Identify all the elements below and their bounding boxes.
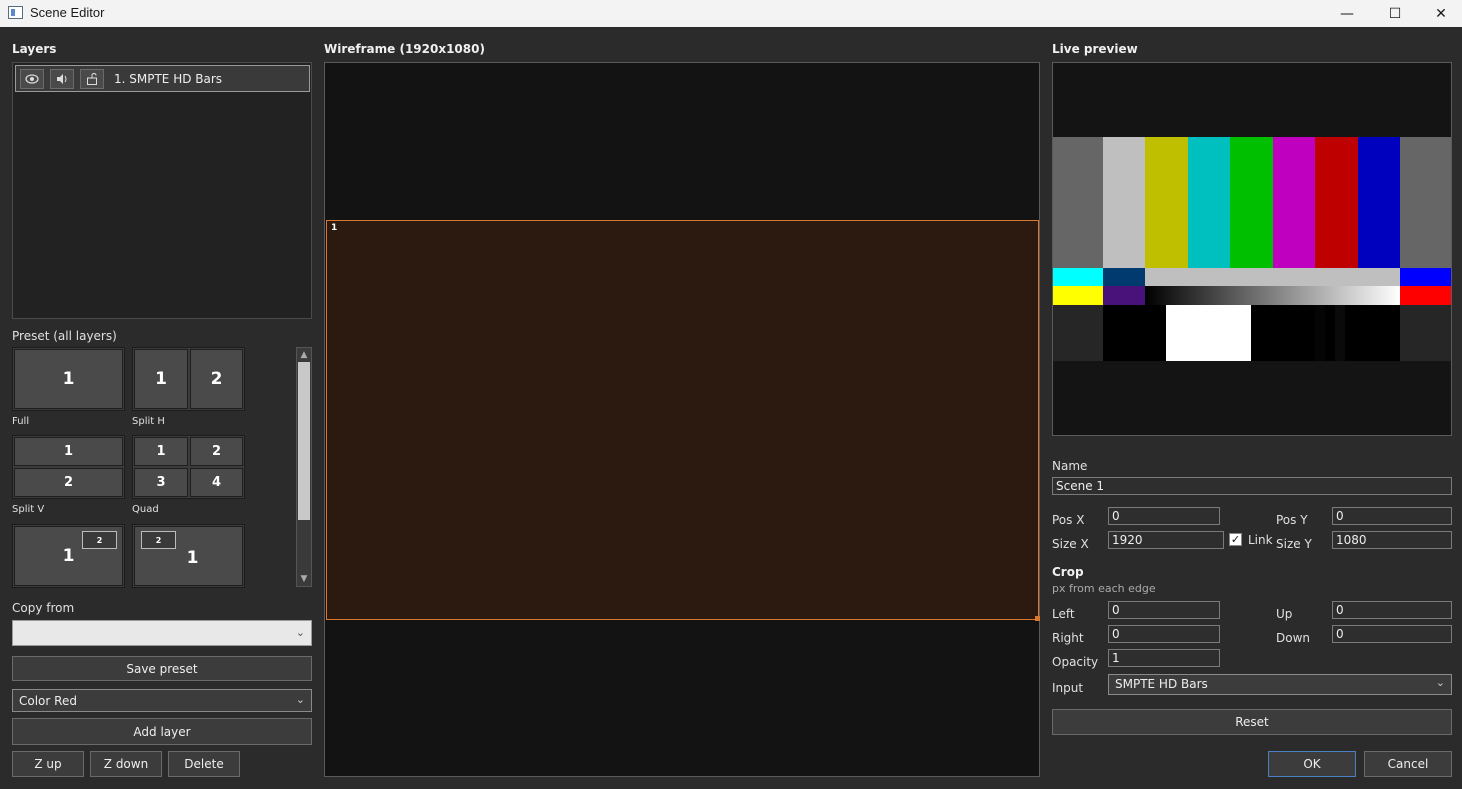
minimize-button[interactable]: — [1324,0,1370,27]
chevron-down-icon: ⌄ [295,626,305,639]
maximize-button[interactable]: ☐ [1372,0,1418,27]
opacity-input[interactable]: 1 [1108,649,1220,667]
wireframe-heading: Wireframe (1920x1080) [324,42,485,56]
source-select-value: Color Red [19,694,77,708]
wireframe-layer-number: 1 [331,223,338,233]
save-preset-button[interactable]: Save preset [12,656,312,681]
copy-from-label: Copy from [12,601,75,615]
preset-full-label: Full [12,416,30,427]
pos-y-label: Pos Y [1276,513,1308,527]
link-checkbox[interactable]: ✓ [1229,533,1242,546]
preset-cell-inset: 2 [82,531,117,549]
add-layer-button[interactable]: Add layer [12,718,312,745]
preset-split-v-label: Split V [12,504,45,515]
crop-down-label: Down [1276,631,1311,645]
preset-cell: 1 [134,437,188,466]
pos-y-input[interactable]: 0 [1332,507,1452,525]
chevron-down-icon: ⌄ [1435,676,1445,689]
pos-x-label: Pos X [1052,513,1085,527]
close-button[interactable]: ✕ [1418,0,1462,27]
crop-right-label: Right [1052,631,1084,645]
speaker-icon[interactable] [50,69,74,89]
chevron-down-icon: ⌄ [295,693,305,706]
z-up-button[interactable]: Z up [12,751,84,777]
smpte-bars-image [1053,137,1451,361]
preset-cell: 2 [190,349,243,409]
crop-hint: px from each edge [1052,582,1156,595]
preset-heading: Preset (all layers) [12,329,117,343]
preset-full[interactable]: 1 [12,347,125,411]
preset-scrollbar[interactable]: ▲ ▼ [296,347,312,587]
size-y-input[interactable]: 1080 [1332,531,1452,549]
input-label: Input [1052,681,1084,695]
size-x-input[interactable]: 1920 [1108,531,1224,549]
wireframe-layer[interactable]: 1 [326,220,1040,621]
layer-row[interactable]: 1. SMPTE HD Bars [15,65,310,92]
layers-heading: Layers [12,42,57,56]
delete-button[interactable]: Delete [168,751,240,777]
preset-quad[interactable]: 1 2 3 4 [132,435,245,499]
reset-button[interactable]: Reset [1052,709,1452,735]
opacity-label: Opacity [1052,655,1099,669]
window-title: Scene Editor [30,5,105,20]
cancel-button[interactable]: Cancel [1364,751,1452,777]
name-input[interactable]: Scene 1 [1052,477,1452,495]
ok-button[interactable]: OK [1268,751,1356,777]
z-down-button[interactable]: Z down [90,751,162,777]
preset-cell: 1 [14,349,123,409]
preset-split-h[interactable]: 1 2 [132,347,245,411]
app-icon [8,6,23,19]
preset-pip-right[interactable]: 1 2 [12,524,125,588]
title-bar: Scene Editor — ☐ ✕ [0,0,1462,27]
layers-list [12,62,312,319]
scroll-thumb[interactable] [298,362,310,520]
lock-icon[interactable] [80,69,104,89]
preset-split-h-label: Split H [132,416,165,427]
crop-left-label: Left [1052,607,1075,621]
input-select-value: SMPTE HD Bars [1115,677,1208,691]
preset-quad-label: Quad [132,504,159,515]
preset-cell: 2 [14,468,123,497]
pos-x-input[interactable]: 0 [1108,507,1220,525]
crop-up-label: Up [1276,607,1293,621]
preset-cell: 2 [190,437,243,466]
preset-split-v[interactable]: 1 2 [12,435,125,499]
live-preview-heading: Live preview [1052,42,1138,56]
crop-left-input[interactable]: 0 [1108,601,1220,619]
source-select[interactable]: Color Red ⌄ [12,689,312,712]
preset-cell: 4 [190,468,243,497]
crop-heading: Crop [1052,565,1084,579]
scroll-down-icon[interactable]: ▼ [297,573,311,585]
name-label: Name [1052,459,1088,473]
preset-cell: 3 [134,468,188,497]
preset-pip-left[interactable]: 1 2 [132,524,245,588]
preset-cell-inset: 2 [141,531,176,549]
live-preview [1052,62,1452,436]
copy-from-select[interactable]: ⌄ [12,620,312,646]
crop-up-input[interactable]: 0 [1332,601,1452,619]
preset-cell: 1 [14,437,123,466]
preset-cell: 1 [134,349,188,409]
eye-icon[interactable] [20,69,44,89]
link-label: Link [1248,533,1273,547]
crop-right-input[interactable]: 0 [1108,625,1220,643]
input-select[interactable]: SMPTE HD Bars ⌄ [1108,674,1452,695]
wireframe-canvas[interactable]: 1 [324,62,1040,777]
size-y-label: Size Y [1276,537,1312,551]
resize-handle[interactable] [1035,616,1040,621]
layer-name: 1. SMPTE HD Bars [114,72,223,86]
scroll-up-icon[interactable]: ▲ [297,349,311,361]
size-x-label: Size X [1052,537,1089,551]
crop-down-input[interactable]: 0 [1332,625,1452,643]
